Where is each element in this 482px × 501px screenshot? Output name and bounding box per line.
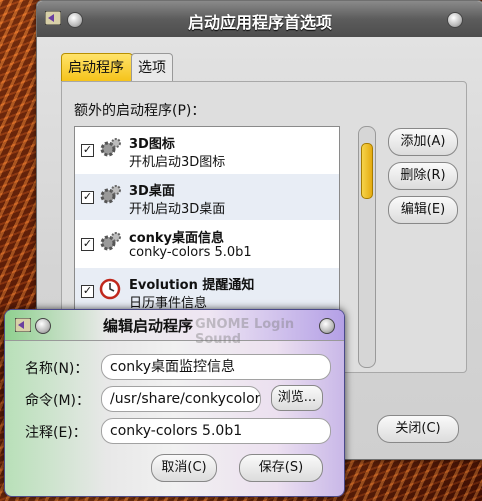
scrollbar-thumb[interactable] [361, 143, 373, 199]
window-close-icon[interactable] [447, 12, 463, 28]
dialog-minimize-icon[interactable] [35, 318, 51, 334]
window-titlebar[interactable]: 启动应用程序首选项 [37, 1, 482, 37]
list-item[interactable]: ✓ Evolution 提醒通知 日历事件信息 [75, 268, 339, 314]
clock-icon [99, 278, 121, 300]
add-button[interactable]: 添加(A) [388, 128, 458, 156]
list-label: 额外的启动程序(P)： [74, 103, 206, 119]
list-item[interactable]: ✓ 3D桌面 开机启动3D桌面 [75, 174, 339, 220]
program-description: 开机启动3D图标 [129, 155, 226, 170]
program-name: 3D图标 [129, 137, 175, 152]
edit-startup-dialog: 编辑启动程序 GNOME Login Sound 名称(N)： conky桌面监… [4, 309, 345, 497]
window-title: 启动应用程序首选项 [187, 13, 332, 32]
program-name: Evolution 提醒通知 [129, 278, 255, 293]
gear-icon [100, 185, 121, 204]
enable-checkbox[interactable]: ✓ [81, 285, 94, 298]
list-item[interactable]: ✓ 3D图标 开机启动3D图标 [75, 127, 339, 173]
cancel-button[interactable]: 取消(C) [151, 454, 217, 482]
comment-label: 注释(E)： [25, 425, 87, 441]
program-description: 开机启动3D桌面 [129, 202, 226, 217]
list-scrollbar[interactable] [358, 126, 376, 368]
list-item[interactable]: ✓ conky桌面信息 conky-colors 5.0b1 [75, 221, 339, 267]
command-label: 命令(M)： [25, 393, 91, 409]
enable-checkbox[interactable]: ✓ [81, 238, 94, 251]
program-name: 3D桌面 [129, 184, 175, 199]
save-button[interactable]: 保存(S) [239, 454, 323, 482]
comment-field[interactable]: conky-colors 5.0b1 [101, 418, 331, 444]
edit-button[interactable]: 编辑(E) [388, 196, 458, 224]
tab-options[interactable]: 选项 [131, 53, 173, 82]
app-menu-icon[interactable] [15, 318, 31, 332]
enable-checkbox[interactable]: ✓ [81, 191, 94, 204]
gear-icon [100, 138, 121, 157]
close-button[interactable]: 关闭(C) [377, 415, 459, 443]
program-name: conky桌面信息 [129, 231, 225, 246]
gear-icon [100, 232, 121, 251]
dialog-titlebar[interactable]: 编辑启动程序 GNOME Login Sound [5, 310, 344, 347]
program-description: conky-colors 5.0b1 [129, 245, 252, 260]
dialog-close-icon[interactable] [319, 318, 335, 334]
delete-button[interactable]: 删除(R) [388, 162, 458, 190]
enable-checkbox[interactable]: ✓ [81, 144, 94, 157]
name-label: 名称(N)： [25, 361, 89, 377]
command-field[interactable]: /usr/share/conkycolors/ [101, 386, 261, 412]
name-field[interactable]: conky桌面监控信息 [101, 354, 331, 380]
browse-button[interactable]: 浏览... [271, 385, 323, 411]
tab-startup-programs[interactable]: 启动程序 [61, 53, 133, 82]
dialog-title: 编辑启动程序 [103, 317, 194, 335]
